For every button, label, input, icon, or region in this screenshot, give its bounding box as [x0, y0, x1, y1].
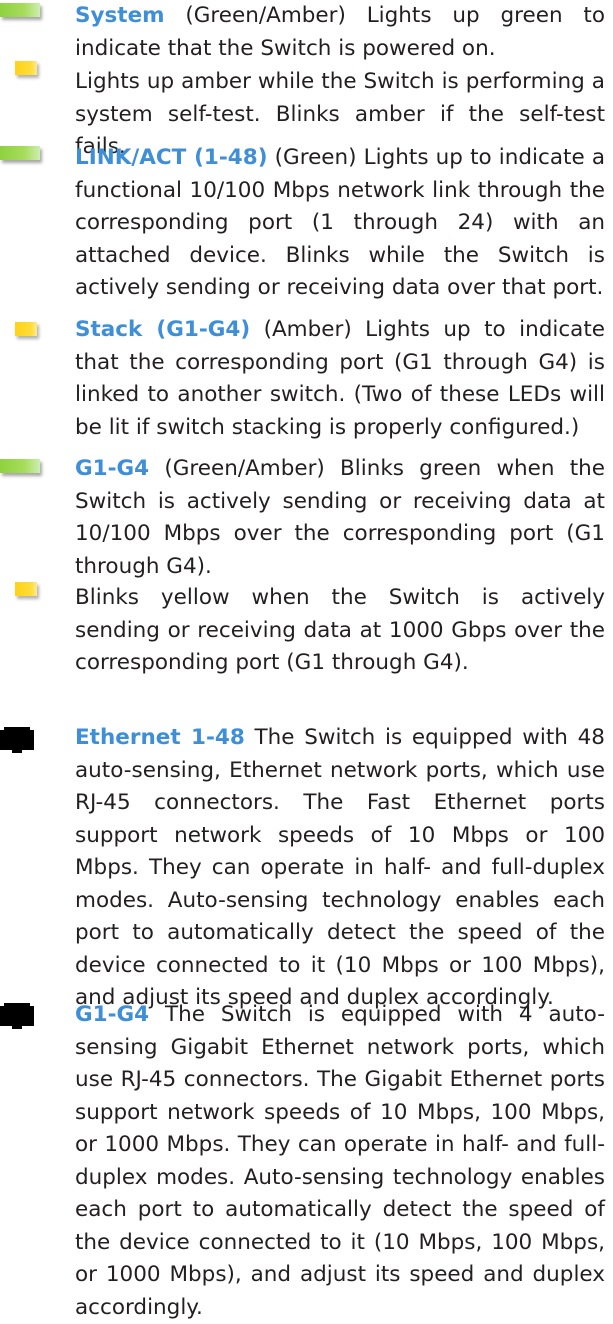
green-led-icon: [0, 459, 40, 473]
rj45-port-icon: [0, 1003, 34, 1029]
link-act-led-label: LINK/ACT (1-48): [75, 145, 268, 170]
green-led-icon: [0, 146, 40, 160]
gigabit-amber-description: Blinks yellow when the Switch is activel…: [75, 582, 605, 680]
link-act-led-description: LINK/ACT (1-48) (Green) Lights up to ind…: [75, 142, 605, 305]
amber-led-icon: [15, 61, 37, 75]
gigabit-led-label: G1-G4: [75, 456, 150, 481]
gigabit-ports-description: G1-G4 The Switch is equipped with 4 auto…: [75, 999, 605, 1324]
gigabit-ports-text: The Switch is equipped with 4 auto-sensi…: [75, 1002, 605, 1320]
stack-led-label: Stack (G1-G4): [75, 317, 251, 342]
ethernet-ports-description: Ethernet 1-48 The Switch is equipped wit…: [75, 722, 605, 1015]
system-led-description: System (Green/Amber) Lights up green to …: [75, 0, 605, 65]
ethernet-ports-label: Ethernet 1-48: [75, 725, 245, 750]
system-led-label: System: [75, 3, 165, 28]
amber-led-icon: [15, 322, 37, 336]
stack-led-description: Stack (G1-G4) (Amber) Lights up to indic…: [75, 314, 605, 444]
amber-led-icon: [15, 582, 37, 596]
rj45-port-icon: [0, 727, 34, 753]
green-led-icon: [0, 3, 40, 17]
ethernet-ports-text: The Switch is equipped with 48 auto-sens…: [75, 725, 605, 1010]
gigabit-ports-label: G1-G4: [75, 1002, 150, 1027]
gigabit-amber-text: Blinks yellow when the Switch is activel…: [75, 585, 605, 675]
gigabit-led-description: G1-G4 (Green/Amber) Blinks green when th…: [75, 453, 605, 583]
gigabit-led-text: (Green/Amber) Blinks green when the Swit…: [75, 456, 605, 579]
